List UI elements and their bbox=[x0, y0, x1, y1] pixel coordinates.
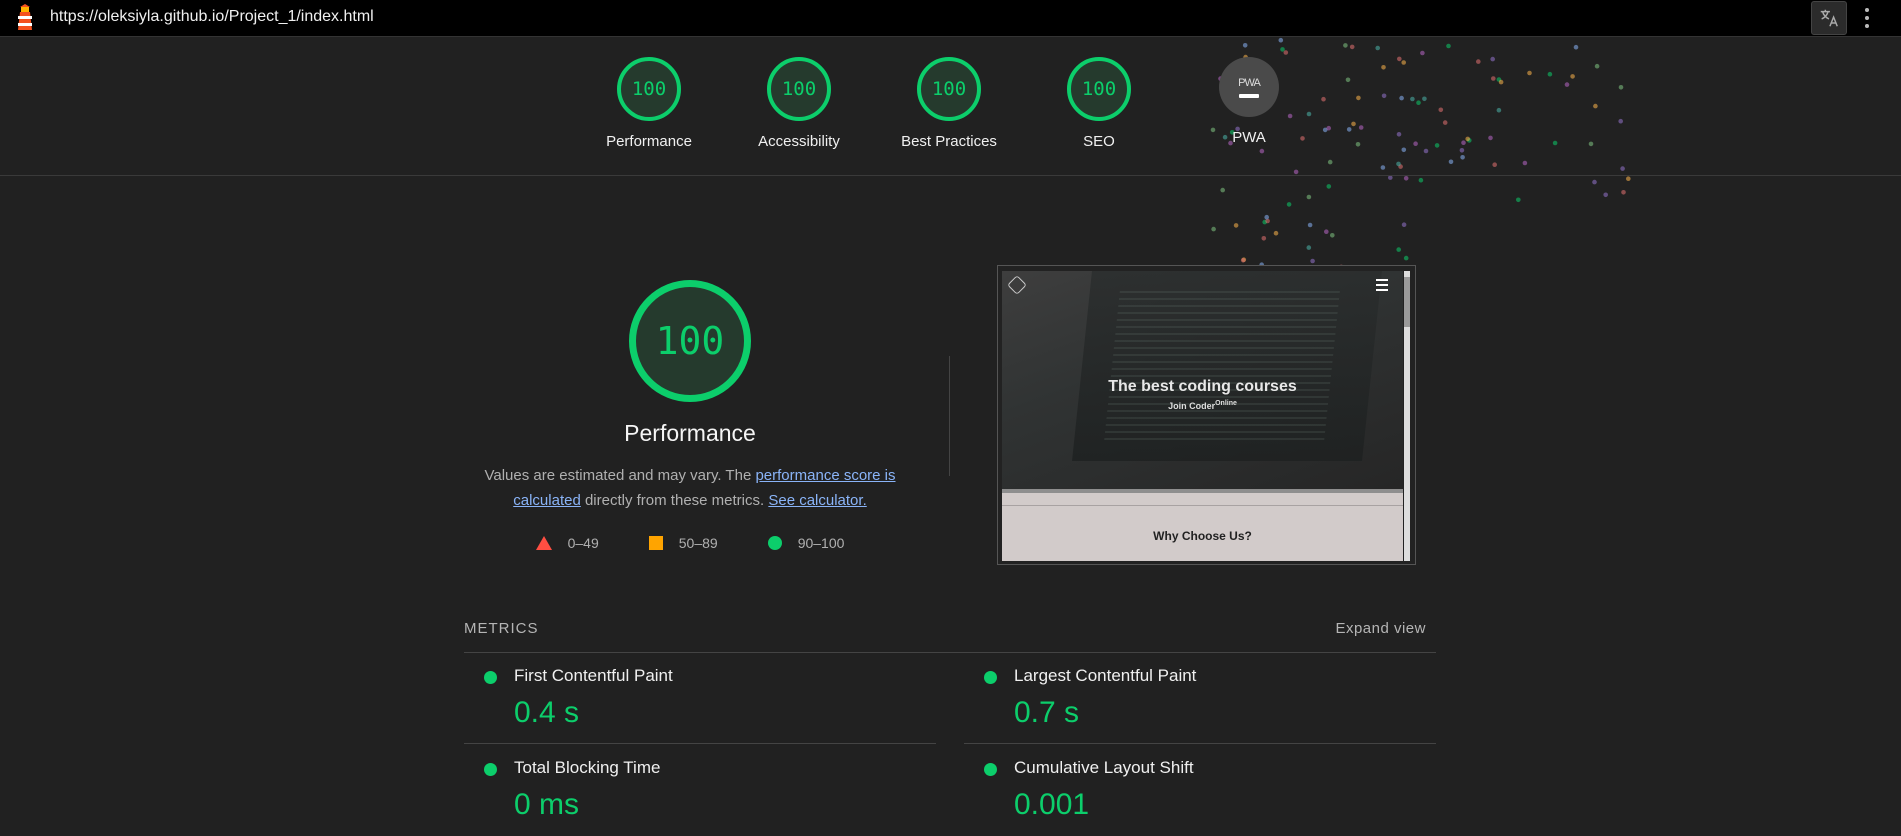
lighthouse-icon bbox=[18, 4, 32, 30]
pass-circle-icon bbox=[484, 763, 497, 776]
scores-summary: 100 Performance 100 Accessibility 100 Be… bbox=[0, 37, 1901, 176]
legend-label: 50–89 bbox=[678, 535, 718, 551]
preview-section: Why Choose Us? bbox=[1002, 489, 1403, 561]
pwa-badge-text: PWA bbox=[1238, 76, 1261, 89]
gauge-label: SEO bbox=[1083, 133, 1115, 150]
preview-hero-title: The best coding courses bbox=[1108, 378, 1297, 395]
preview-hero-subtitle: Join CoderOnline bbox=[1002, 400, 1403, 411]
subtitle-text: Join Coder bbox=[1168, 401, 1216, 411]
square-icon bbox=[648, 536, 663, 550]
translate-icon[interactable] bbox=[1811, 1, 1847, 35]
triangle-icon bbox=[535, 536, 552, 550]
legend-fail: 0–49 bbox=[535, 535, 599, 551]
circle-icon bbox=[767, 536, 782, 550]
pass-circle-icon bbox=[984, 763, 997, 776]
metric-tbt: Total Blocking Time 0 ms bbox=[464, 744, 936, 836]
performance-description: Values are estimated and may vary. The p… bbox=[470, 463, 910, 513]
metric-value: 0.001 bbox=[1014, 788, 1090, 821]
gauge-label: Performance bbox=[606, 133, 692, 150]
divider bbox=[949, 356, 950, 476]
gauge-best-practices[interactable]: 100 Best Practices bbox=[874, 57, 1024, 150]
metric-name: First Contentful Paint bbox=[514, 666, 673, 685]
metrics-header: METRICS Expand view bbox=[464, 620, 1436, 653]
gauge-label: Best Practices bbox=[901, 133, 997, 150]
see-calculator-link[interactable]: See calculator. bbox=[768, 492, 866, 509]
metric-value: 0 ms bbox=[514, 788, 580, 821]
gauge-pwa[interactable]: PWA PWA bbox=[1174, 57, 1324, 146]
pwa-badge-icon: PWA bbox=[1219, 57, 1279, 117]
legend-label: 0–49 bbox=[567, 535, 599, 551]
score-gauge: 100 bbox=[917, 57, 981, 121]
metric-cls: Cumulative Layout Shift 0.001 bbox=[964, 744, 1436, 836]
gauge-seo[interactable]: 100 SEO bbox=[1024, 57, 1174, 150]
legend-pass: 90–100 bbox=[767, 535, 845, 551]
expand-view-toggle[interactable]: Expand view bbox=[1335, 620, 1426, 637]
gauge-label: Accessibility bbox=[758, 133, 840, 150]
subtitle-sup: Online bbox=[1215, 400, 1237, 407]
score-gauge: 100 bbox=[1067, 57, 1131, 121]
top-bar: https://oleksiyla.github.io/Project_1/in… bbox=[0, 0, 1901, 37]
pass-circle-icon bbox=[984, 671, 997, 684]
score-legend: 0–49 50–89 90–100 bbox=[470, 535, 910, 551]
legend-label: 90–100 bbox=[797, 535, 845, 551]
hamburger-menu-icon bbox=[1376, 279, 1388, 294]
kebab-menu-icon[interactable] bbox=[1860, 4, 1874, 32]
metric-lcp: Largest Contentful Paint 0.7 s bbox=[964, 652, 1436, 744]
metrics-title: METRICS bbox=[464, 620, 539, 637]
metric-name: Largest Contentful Paint bbox=[1014, 666, 1197, 685]
metric-value: 0.7 s bbox=[1014, 696, 1080, 729]
pass-circle-icon bbox=[484, 671, 497, 684]
performance-section: 100 Performance Values are estimated and… bbox=[470, 280, 910, 551]
gauge-performance[interactable]: 100 Performance bbox=[574, 57, 724, 150]
final-screenshot[interactable]: The best coding courses Join CoderOnline… bbox=[997, 265, 1416, 565]
metric-value: 0.4 s bbox=[514, 696, 580, 729]
score-gauge: 100 bbox=[767, 57, 831, 121]
score-gauge: 100 bbox=[617, 57, 681, 121]
legend-average: 50–89 bbox=[648, 535, 718, 551]
gauge-accessibility[interactable]: 100 Accessibility bbox=[724, 57, 874, 150]
desc-text: directly from these metrics. bbox=[580, 492, 769, 509]
metric-fcp: First Contentful Paint 0.4 s bbox=[464, 652, 936, 744]
desc-text: Values are estimated and may vary. The bbox=[484, 467, 756, 484]
gauge-label: PWA bbox=[1232, 129, 1266, 146]
metric-name: Cumulative Layout Shift bbox=[1014, 758, 1194, 777]
page-url: https://oleksiyla.github.io/Project_1/in… bbox=[50, 8, 374, 25]
metric-name: Total Blocking Time bbox=[514, 758, 661, 777]
preview-section-title: Why Choose Us? bbox=[1153, 529, 1252, 543]
preview-hero: The best coding courses Join CoderOnline bbox=[1002, 271, 1403, 489]
site-logo-icon bbox=[1007, 275, 1027, 295]
performance-gauge: 100 bbox=[629, 280, 751, 402]
preview-scrollbar[interactable] bbox=[1404, 271, 1410, 561]
performance-title: Performance bbox=[624, 420, 756, 446]
